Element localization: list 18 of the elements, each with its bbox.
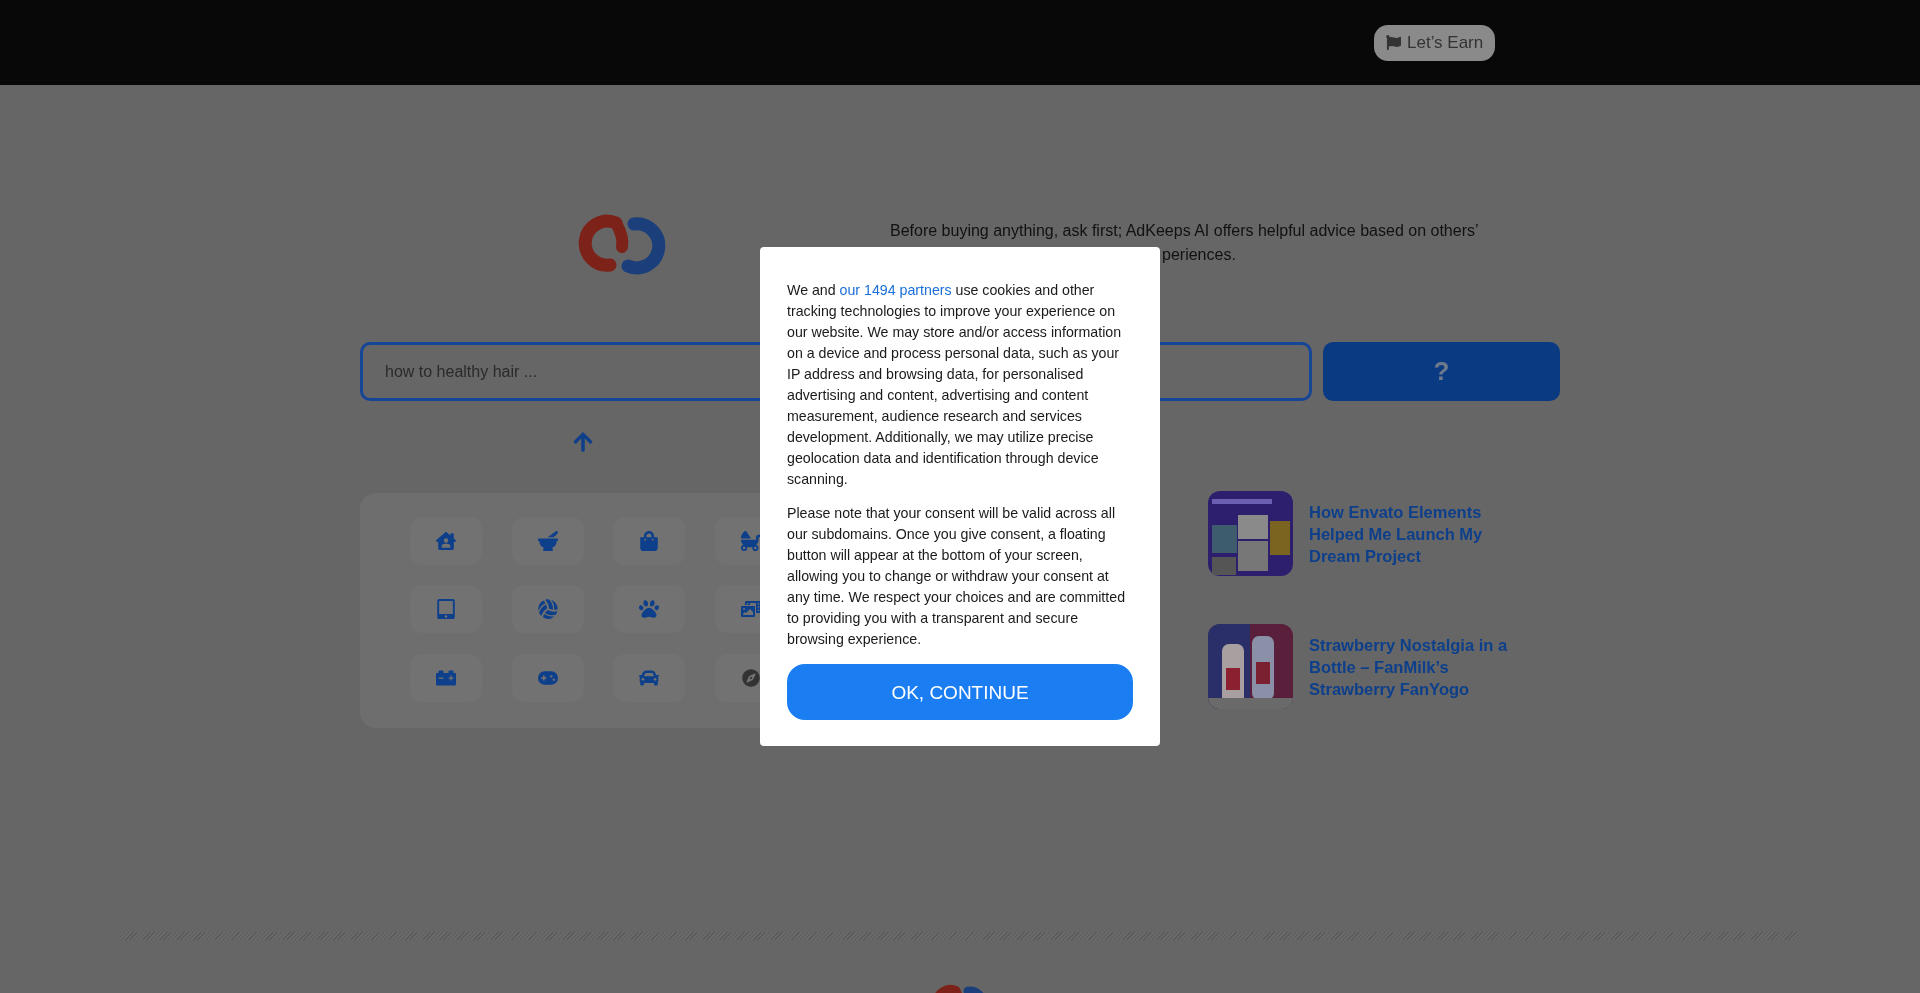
compass-icon [741, 668, 760, 687]
partners-link[interactable]: our 1494 partners [839, 282, 952, 298]
ask-button[interactable]: ? [1323, 342, 1560, 401]
volleyball-icon [537, 599, 558, 620]
tagline-text: Before buying anything, ask first; AdKeeps AI offers helpful advice based on others’ [890, 221, 1479, 241]
baby-carriage-icon [740, 531, 761, 551]
arrow-up-icon[interactable] [573, 431, 593, 453]
consent-text: Please note that your consent will be valid across all our subdomains. Once you give consent, a floating button will appear at the bottom of your screen, allowing you to change or withdraw your consent at any time. We respect your choices and are committed to providing you with a transparent and secure browsing experience. [787, 504, 1127, 649]
ok-continue-button[interactable]: OK, CONTINUE [787, 664, 1133, 720]
tablet-icon [436, 599, 456, 620]
paw-icon [639, 599, 659, 620]
flag-icon [1386, 35, 1401, 50]
lets-earn-button[interactable]: Let’s Earn [1374, 24, 1496, 61]
house-user-icon [436, 531, 456, 551]
tagline-text: periences. [1162, 245, 1236, 265]
photo-video-icon [740, 599, 761, 620]
mortar-pestle-icon [537, 531, 558, 551]
shopping-bag-icon [639, 531, 659, 551]
